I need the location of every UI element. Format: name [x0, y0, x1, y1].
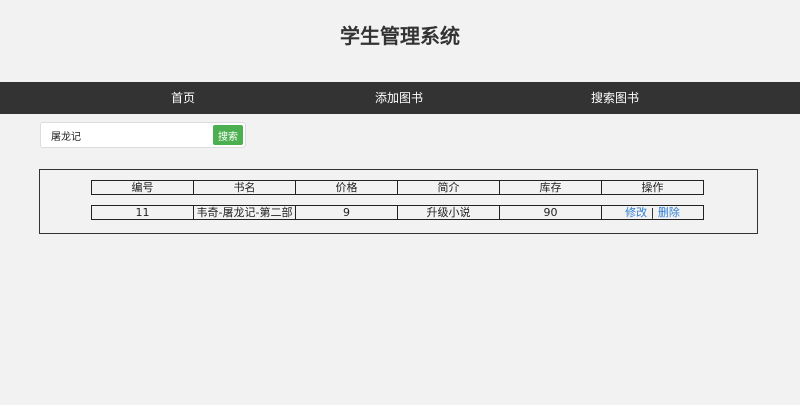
column-header-stock: 库存: [500, 180, 602, 195]
table-panel: 编号 书名 价格 简介 库存 操作 11 韦奇-屠龙记-第二部 9 升级小说 9…: [39, 169, 758, 234]
column-header-intro: 简介: [398, 180, 500, 195]
table-row: 11 韦奇-屠龙记-第二部 9 升级小说 90 修改 | 删除: [91, 205, 704, 220]
edit-link[interactable]: 修改: [625, 206, 647, 219]
search-box: 搜索: [40, 122, 246, 148]
action-separator: |: [650, 206, 655, 219]
cell-price: 9: [296, 205, 398, 220]
nav-item-add-book[interactable]: 添加图书: [375, 82, 423, 114]
cell-stock: 90: [500, 205, 602, 220]
column-header-id: 编号: [91, 180, 194, 195]
delete-link[interactable]: 删除: [658, 206, 680, 219]
navbar: 首页 添加图书 搜索图书: [0, 82, 800, 114]
column-header-price: 价格: [296, 180, 398, 195]
cell-actions: 修改 | 删除: [602, 205, 704, 220]
page-title: 学生管理系统: [340, 24, 460, 48]
table-header-row: 编号 书名 价格 简介 库存 操作: [91, 180, 704, 195]
search-input[interactable]: [45, 126, 209, 144]
column-header-actions: 操作: [602, 180, 704, 195]
nav-item-search-book[interactable]: 搜索图书: [591, 82, 639, 114]
search-button[interactable]: 搜索: [213, 125, 243, 145]
books-table: 编号 书名 价格 简介 库存 操作 11 韦奇-屠龙记-第二部 9 升级小说 9…: [91, 170, 704, 230]
cell-id: 11: [91, 205, 194, 220]
cell-intro: 升级小说: [398, 205, 500, 220]
column-header-name: 书名: [194, 180, 296, 195]
nav-item-home[interactable]: 首页: [171, 82, 195, 114]
cell-name: 韦奇-屠龙记-第二部: [194, 205, 296, 220]
